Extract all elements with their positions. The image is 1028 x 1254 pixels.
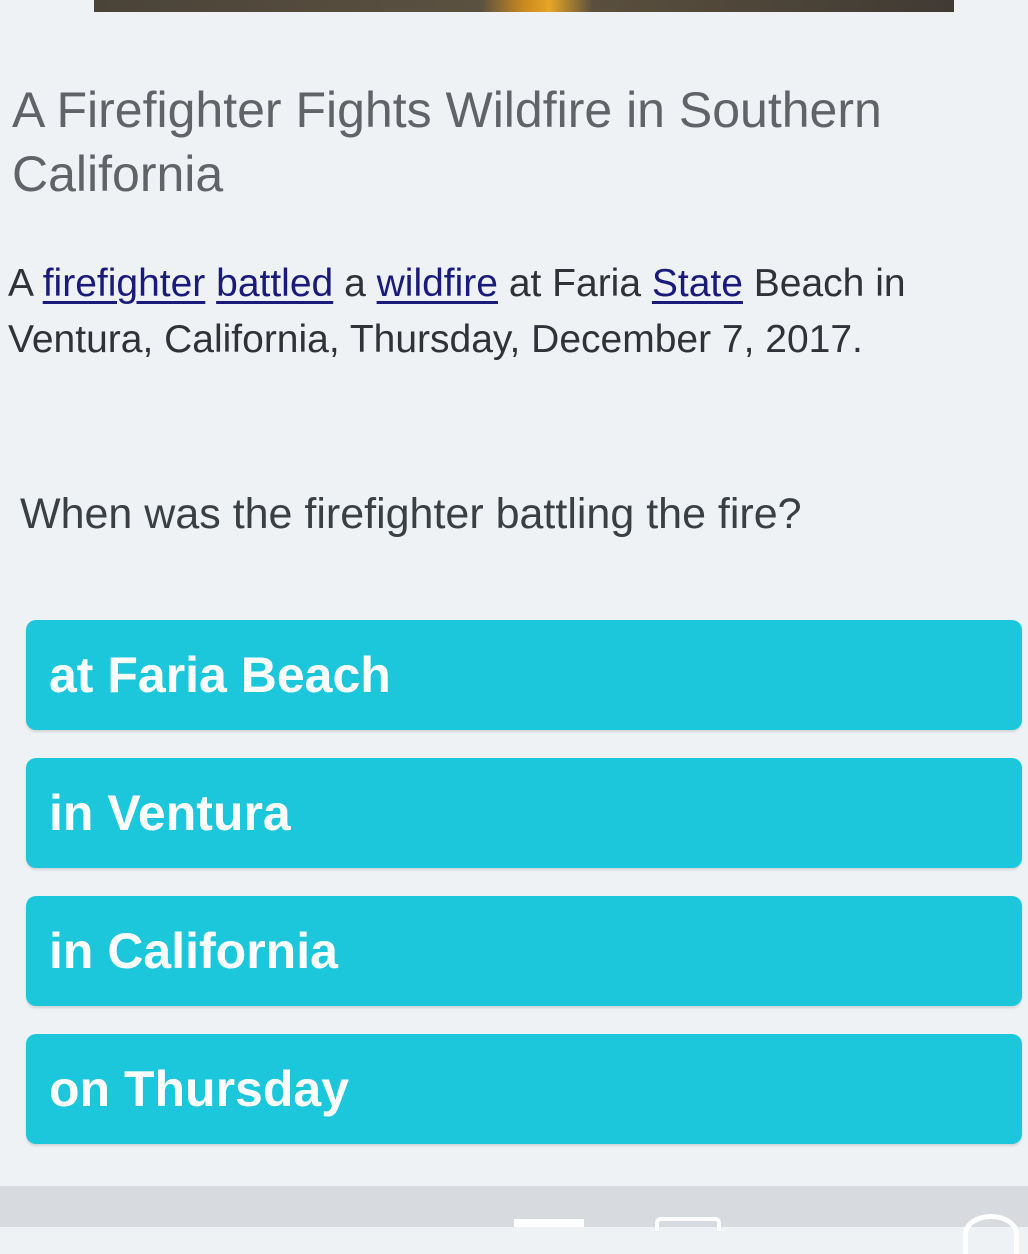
body-text: a [333,262,377,305]
vocab-link-state[interactable]: State [652,262,743,305]
system-navigation-bar [0,1186,1028,1254]
body-text [205,262,216,305]
vocab-link-firefighter[interactable]: firefighter [43,262,206,305]
answer-label: in California [49,923,338,979]
answer-option-2[interactable]: in Ventura [26,758,1022,868]
body-text: A [8,262,43,305]
answer-option-3[interactable]: in California [26,896,1022,1006]
answer-label: on Thursday [49,1061,350,1117]
vocab-link-wildfire[interactable]: wildfire [377,262,498,305]
answer-label: at Faria Beach [49,647,391,703]
article-body: A firefighter battled a wildfire at Fari… [8,256,1023,368]
quiz-question: When was the firefighter battling the fi… [20,490,802,538]
body-text: at Faria [497,262,652,305]
answer-label: in Ventura [49,785,291,841]
recent-apps-icon[interactable] [514,1219,584,1227]
answer-option-4[interactable]: on Thursday [26,1034,1022,1144]
answer-option-1[interactable]: at Faria Beach [26,620,1022,730]
back-icon[interactable] [963,1214,1019,1254]
article-title: A Firefighter Fights Wildfire in Souther… [12,82,882,202]
article-image [94,0,954,12]
vocab-link-battled[interactable]: battled [216,262,333,305]
home-icon[interactable] [655,1217,721,1231]
